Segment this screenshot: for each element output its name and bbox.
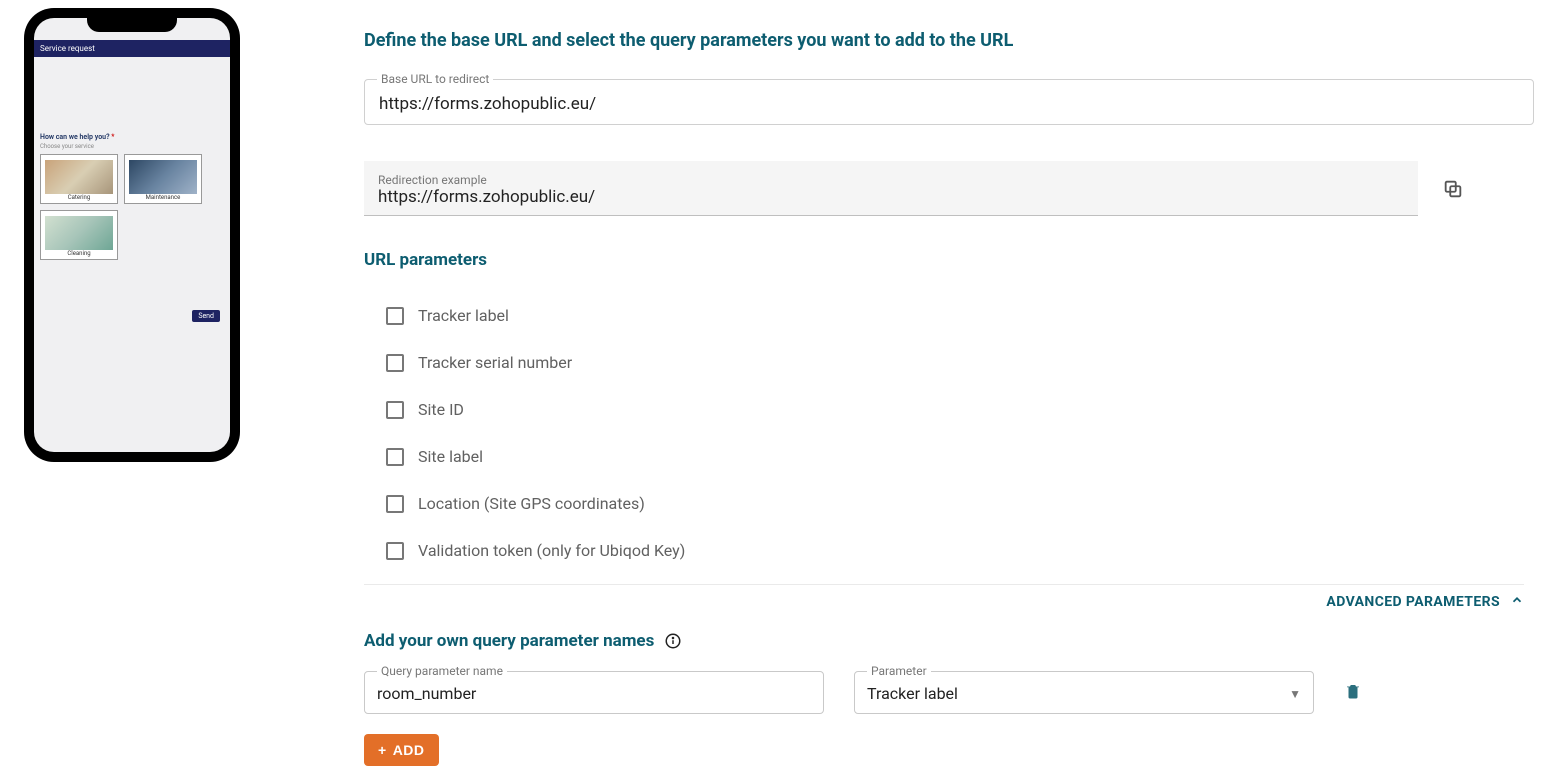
url-parameters-title: URL parameters [364, 250, 1534, 270]
query-param-name-label: Query parameter name [377, 664, 507, 678]
plus-icon: + [378, 742, 387, 758]
chk-tracker-label[interactable]: Tracker label [386, 292, 1534, 339]
tile-maintenance: Maintenance [124, 154, 202, 204]
phone-hint: Choose your service [40, 143, 224, 150]
phone-screen: Service request How can we help you? Cho… [34, 18, 230, 452]
redirection-example-box: Redirection example https://forms.zohopu… [364, 161, 1418, 216]
checkbox-icon[interactable] [386, 448, 404, 466]
tile-cleaning: Cleaning [40, 210, 118, 260]
checkbox-label: Site ID [418, 400, 464, 419]
add-button[interactable]: + ADD [364, 734, 439, 766]
checkbox-label: Location (Site GPS coordinates) [418, 494, 645, 513]
add-button-label: ADD [393, 742, 425, 758]
info-icon[interactable] [664, 632, 682, 650]
query-param-name-input[interactable]: Query parameter name room_number [364, 671, 824, 714]
phone-notch [87, 18, 177, 32]
checkbox-label: Tracker label [418, 306, 509, 325]
phone-title-bar: Service request [34, 40, 230, 57]
checkbox-icon[interactable] [386, 307, 404, 325]
chk-validation-token[interactable]: Validation token (only for Ubiqod Key) [386, 527, 1534, 574]
base-url-value: https://forms.zohopublic.eu/ [379, 94, 596, 114]
query-param-name-value: room_number [377, 684, 476, 703]
tile-caption: Catering [68, 194, 91, 201]
advanced-parameters-label: ADVANCED PARAMETERS [1326, 594, 1500, 610]
tile-image [129, 160, 197, 194]
advanced-parameters-toggle[interactable]: ADVANCED PARAMETERS [364, 584, 1524, 611]
phone-question: How can we help you? [40, 133, 224, 141]
checkbox-label: Site label [418, 447, 483, 466]
checkbox-icon[interactable] [386, 495, 404, 513]
chk-location[interactable]: Location (Site GPS coordinates) [386, 480, 1534, 527]
chevron-up-icon [1510, 593, 1524, 611]
own-query-params-section: Add your own query parameter names Query… [364, 631, 1534, 766]
phone-send-button: Send [192, 310, 220, 322]
chk-site-id[interactable]: Site ID [386, 386, 1534, 433]
phone-body: How can we help you? Choose your service… [34, 57, 230, 266]
checkbox-icon[interactable] [386, 401, 404, 419]
tile-caption: Maintenance [146, 194, 181, 201]
tile-image [45, 216, 113, 250]
url-parameters-section: URL parameters Tracker label Tracker ser… [364, 250, 1534, 574]
checkbox-icon[interactable] [386, 354, 404, 372]
custom-param-row: Query parameter name room_number Paramet… [364, 671, 1534, 714]
checkbox-label: Validation token (only for Ubiqod Key) [418, 541, 685, 560]
page-heading: Define the base URL and select the query… [364, 30, 1534, 51]
chk-site-label[interactable]: Site label [386, 433, 1534, 480]
main-panel: Define the base URL and select the query… [364, 30, 1534, 766]
base-url-label: Base URL to redirect [377, 72, 493, 86]
parameter-select-label: Parameter [867, 664, 931, 678]
checkbox-label: Tracker serial number [418, 353, 572, 372]
tile-image [45, 160, 113, 194]
parameter-select-value: Tracker label [867, 684, 958, 703]
base-url-field[interactable]: Base URL to redirect https://forms.zohop… [364, 79, 1534, 125]
checkbox-icon[interactable] [386, 542, 404, 560]
redirection-example-value: https://forms.zohopublic.eu/ [378, 187, 1404, 207]
chevron-down-icon: ▼ [1289, 687, 1301, 701]
copy-icon[interactable] [1442, 178, 1464, 200]
delete-icon[interactable] [1344, 682, 1362, 704]
tile-catering: Catering [40, 154, 118, 204]
own-query-params-title: Add your own query parameter names [364, 631, 654, 651]
tile-caption: Cleaning [67, 250, 90, 257]
phone-mockup: Service request How can we help you? Cho… [24, 8, 240, 462]
parameter-select[interactable]: Parameter Tracker label ▼ [854, 671, 1314, 714]
checkbox-list: Tracker label Tracker serial number Site… [386, 292, 1534, 574]
redirection-example-label: Redirection example [378, 173, 1404, 187]
redirection-example-row: Redirection example https://forms.zohopu… [364, 161, 1464, 216]
phone-tiles: Catering Maintenance Cleaning [40, 154, 224, 260]
chk-tracker-serial[interactable]: Tracker serial number [386, 339, 1534, 386]
